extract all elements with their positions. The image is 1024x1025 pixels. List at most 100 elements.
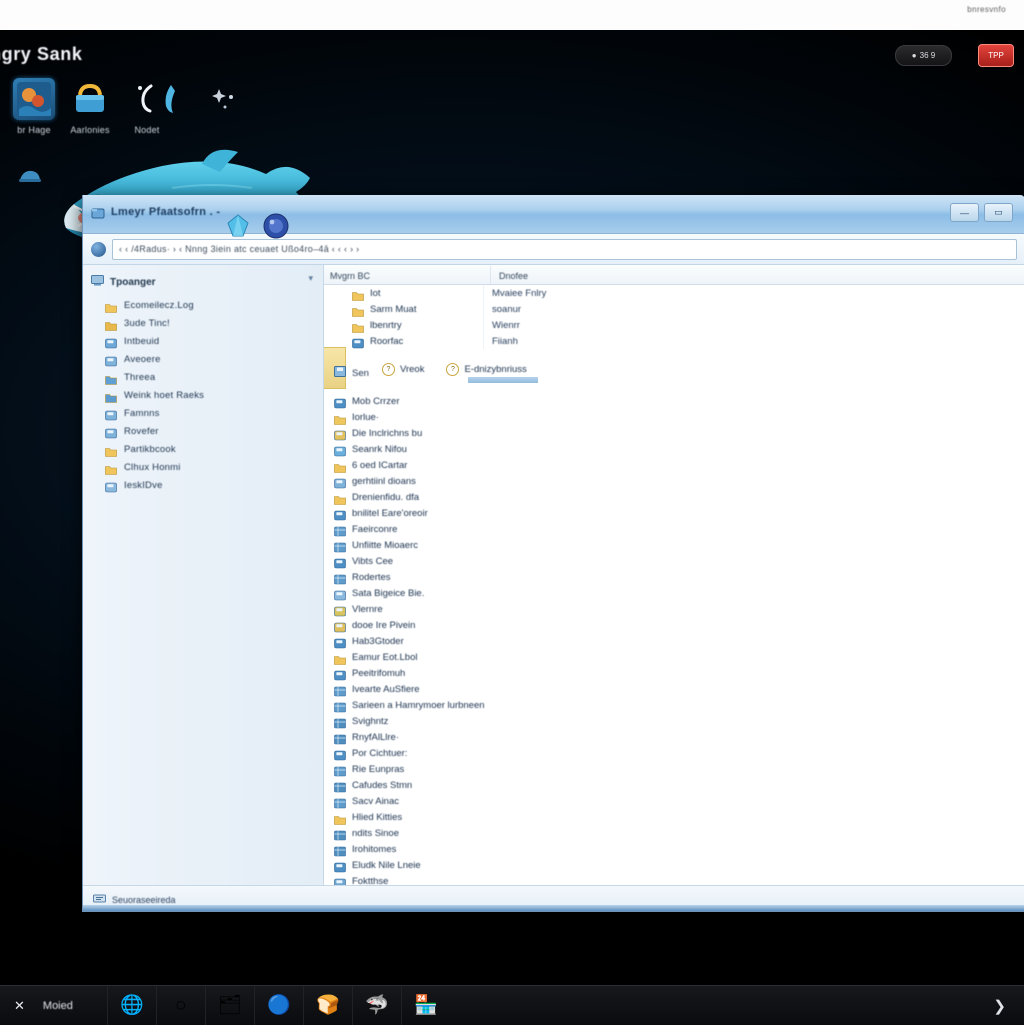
list-item[interactable]: Rie Eunpras: [324, 761, 1024, 777]
list-item-label: Rie Eunpras: [352, 763, 405, 775]
list-item[interactable]: bnilitel Eare'oreoir: [324, 505, 1024, 521]
list-item[interactable]: Sata Bigeice Bie.: [324, 585, 1024, 601]
list-item[interactable]: Eludk Nile Lneie: [324, 857, 1024, 873]
game-icon-shop[interactable]: br Hage: [2, 78, 66, 135]
list-item[interactable]: gerhtiinl dioans: [324, 473, 1024, 489]
search-icon: [334, 444, 346, 456]
table-row[interactable]: lbenrtry Wienrr: [324, 317, 1024, 333]
list-item[interactable]: Sarieen a Hamrymoer lurbneen: [324, 697, 1024, 713]
list-item[interactable]: 6 oed ICartar: [324, 457, 1024, 473]
list-item[interactable]: Hlied Kitties: [324, 809, 1024, 825]
gem-icon-blue[interactable]: [225, 213, 251, 239]
sidebar-item-9[interactable]: Clhux Honmi: [83, 458, 323, 476]
list-item-label: Hab3Gtoder: [352, 635, 404, 647]
list-item[interactable]: Ivearte AuSfiere: [324, 681, 1024, 697]
sidebar-item-list: Ecomeilecz.Log 3ude Tinc! Intbeuid Aveoere T…: [83, 296, 323, 494]
disk-icon: [334, 588, 346, 600]
table-row[interactable]: Roorfac Fiianh: [324, 333, 1024, 349]
sidebar-item-1[interactable]: 3ude Tinc!: [83, 314, 323, 332]
navigation-sidebar[interactable]: Tpoanger ▾ Ecomeilecz.Log 3ude Tinc! Intbe…: [83, 265, 324, 885]
sidebar-item-0[interactable]: Ecomeilecz.Log: [83, 296, 323, 314]
coin-icon: ●: [911, 51, 917, 60]
address-input[interactable]: ‹ ‹ /4Radus· › ‹ Nnng 3iein atc ceuaet U…: [112, 238, 1017, 260]
sidebar-item-5[interactable]: Weink hoet Raeks: [83, 386, 323, 404]
list-item[interactable]: Peeitrifomuh: [324, 665, 1024, 681]
selection-underline: [468, 377, 538, 383]
list-item-content: Vibts Cee: [324, 553, 393, 569]
browser-app-icon[interactable]: 🌐: [106, 986, 156, 1025]
drive-blue-icon: [352, 336, 364, 348]
list-item-label: 6 oed ICartar: [352, 459, 408, 471]
column-header-name[interactable]: Mvgrn BC: [324, 265, 491, 284]
game-icon-sparkle[interactable]: [192, 78, 256, 125]
list-item[interactable]: Iorlue·: [324, 409, 1024, 425]
list-item[interactable]: RnyfAlLlre·: [324, 729, 1024, 745]
list-item[interactable]: Drenienfidu. dfa: [324, 489, 1024, 505]
chevron-right-icon[interactable]: ❯: [993, 997, 1024, 1015]
sidebar-item-8[interactable]: Partikbcook: [83, 440, 323, 458]
fish-app-icon[interactable]: 🦈: [351, 986, 401, 1025]
sidebar-item-label: Ecomeilecz.Log: [124, 299, 194, 311]
list-item[interactable]: Sacv Ainac: [324, 793, 1024, 809]
list-item[interactable]: dooe Ire Pivein: [324, 617, 1024, 633]
list-item[interactable]: Seanrk Nifou: [324, 441, 1024, 457]
maximize-button[interactable]: ▭: [984, 203, 1013, 222]
sidebar-item-4[interactable]: Threea: [83, 368, 323, 386]
ring-app-icon[interactable]: ○: [155, 986, 205, 1025]
table-cell-meta: soanur: [492, 303, 522, 315]
badge-item-1[interactable]: ? Vreok: [382, 363, 424, 376]
list-item[interactable]: Svighntz: [324, 713, 1024, 729]
list-item[interactable]: Foktthse: [324, 873, 1024, 885]
badge-item-2-label: E-dnizybnriuss: [464, 364, 527, 375]
sidebar-item-label: Aveoere: [124, 353, 161, 365]
list-item[interactable]: Irohitomes: [324, 841, 1024, 857]
sidebar-header[interactable]: Tpoanger ▾: [83, 273, 323, 296]
offer-button[interactable]: TPP: [978, 44, 1014, 67]
monitor-icon: [334, 700, 346, 712]
globe-app-icon[interactable]: 🔵: [253, 986, 303, 1025]
list-item[interactable]: Unfiitte Mioaerc: [324, 537, 1024, 553]
box-app-icon[interactable]: 🗂: [204, 986, 254, 1025]
game-icon-bag[interactable]: Aarlonies: [58, 78, 122, 135]
sidebar-item-6[interactable]: Famnns: [83, 404, 323, 422]
list-item-content: Rie Eunpras: [324, 761, 404, 777]
list-item[interactable]: Por Cichtuer:: [324, 745, 1024, 761]
column-header-meta[interactable]: Dnofee: [491, 266, 1024, 284]
badge-item-2[interactable]: ? E-dnizybnriuss: [446, 363, 527, 376]
sidebar-item-7[interactable]: Rovefer: [83, 422, 323, 440]
store-app-icon[interactable]: 🏪: [400, 986, 450, 1025]
gem-icon-dark[interactable]: [262, 212, 290, 240]
sidebar-item-10[interactable]: IeskIDve: [83, 476, 323, 494]
treasure-app-icon[interactable]: 🍞: [302, 986, 352, 1025]
list-item-content: Iorlue·: [324, 409, 379, 425]
list-item[interactable]: Hab3Gtoder: [324, 633, 1024, 649]
list-item[interactable]: Eamur Eot.Lbol: [324, 649, 1024, 665]
list-item[interactable]: Rodertes: [324, 569, 1024, 585]
close-icon[interactable]: ✕: [14, 998, 25, 1014]
sidebar-item-3[interactable]: Aveoere: [83, 350, 323, 368]
list-item[interactable]: Vlernre: [324, 601, 1024, 617]
column-header-row[interactable]: Mvgrn BC Dnofee: [324, 265, 1024, 285]
list-item-label: Hlied Kitties: [352, 811, 403, 823]
list-item[interactable]: Faeirconre: [324, 521, 1024, 537]
list-item[interactable]: Vibts Cee: [324, 553, 1024, 569]
grid-icon: [334, 780, 346, 792]
list-item-label: Iorlue·: [352, 411, 379, 423]
chevron-collapse-icon[interactable]: ▾: [308, 273, 313, 284]
list-item[interactable]: Cafudes Stmn: [324, 777, 1024, 793]
taskbar[interactable]: ✕ Moied 🌐 ○ 🗂 🔵 🍞 🦈 🏪 ❯: [0, 985, 1024, 1025]
table-row[interactable]: Sarm Muat soanur: [324, 301, 1024, 317]
minimize-button[interactable]: —: [950, 203, 979, 222]
list-item[interactable]: Die Inclrichns bu: [324, 425, 1024, 441]
sidebar-item-2[interactable]: Intbeuid: [83, 332, 323, 350]
list-item[interactable]: ndits Sinoe: [324, 825, 1024, 841]
list-item-content: RnyfAlLlre·: [324, 729, 399, 745]
file-list-pane[interactable]: Mvgrn BC Dnofee Iot Mvaiee Fnlry Sarm Muat…: [324, 265, 1024, 885]
store-app-icon-glyph: 🏪: [414, 995, 438, 1016]
table-row[interactable]: Iot Mvaiee Fnlry: [324, 285, 1024, 301]
file-explorer-window[interactable]: Lmeyr Pfaatsofrn . - — ▭ ‹ ‹ /4Radus· › …: [82, 195, 1024, 912]
list-item-content: Foktthse: [324, 873, 388, 885]
list-item[interactable]: Mob Crrzer: [324, 393, 1024, 409]
back-icon[interactable]: [91, 241, 106, 257]
coin-counter-button[interactable]: ● 36 9: [895, 45, 952, 66]
